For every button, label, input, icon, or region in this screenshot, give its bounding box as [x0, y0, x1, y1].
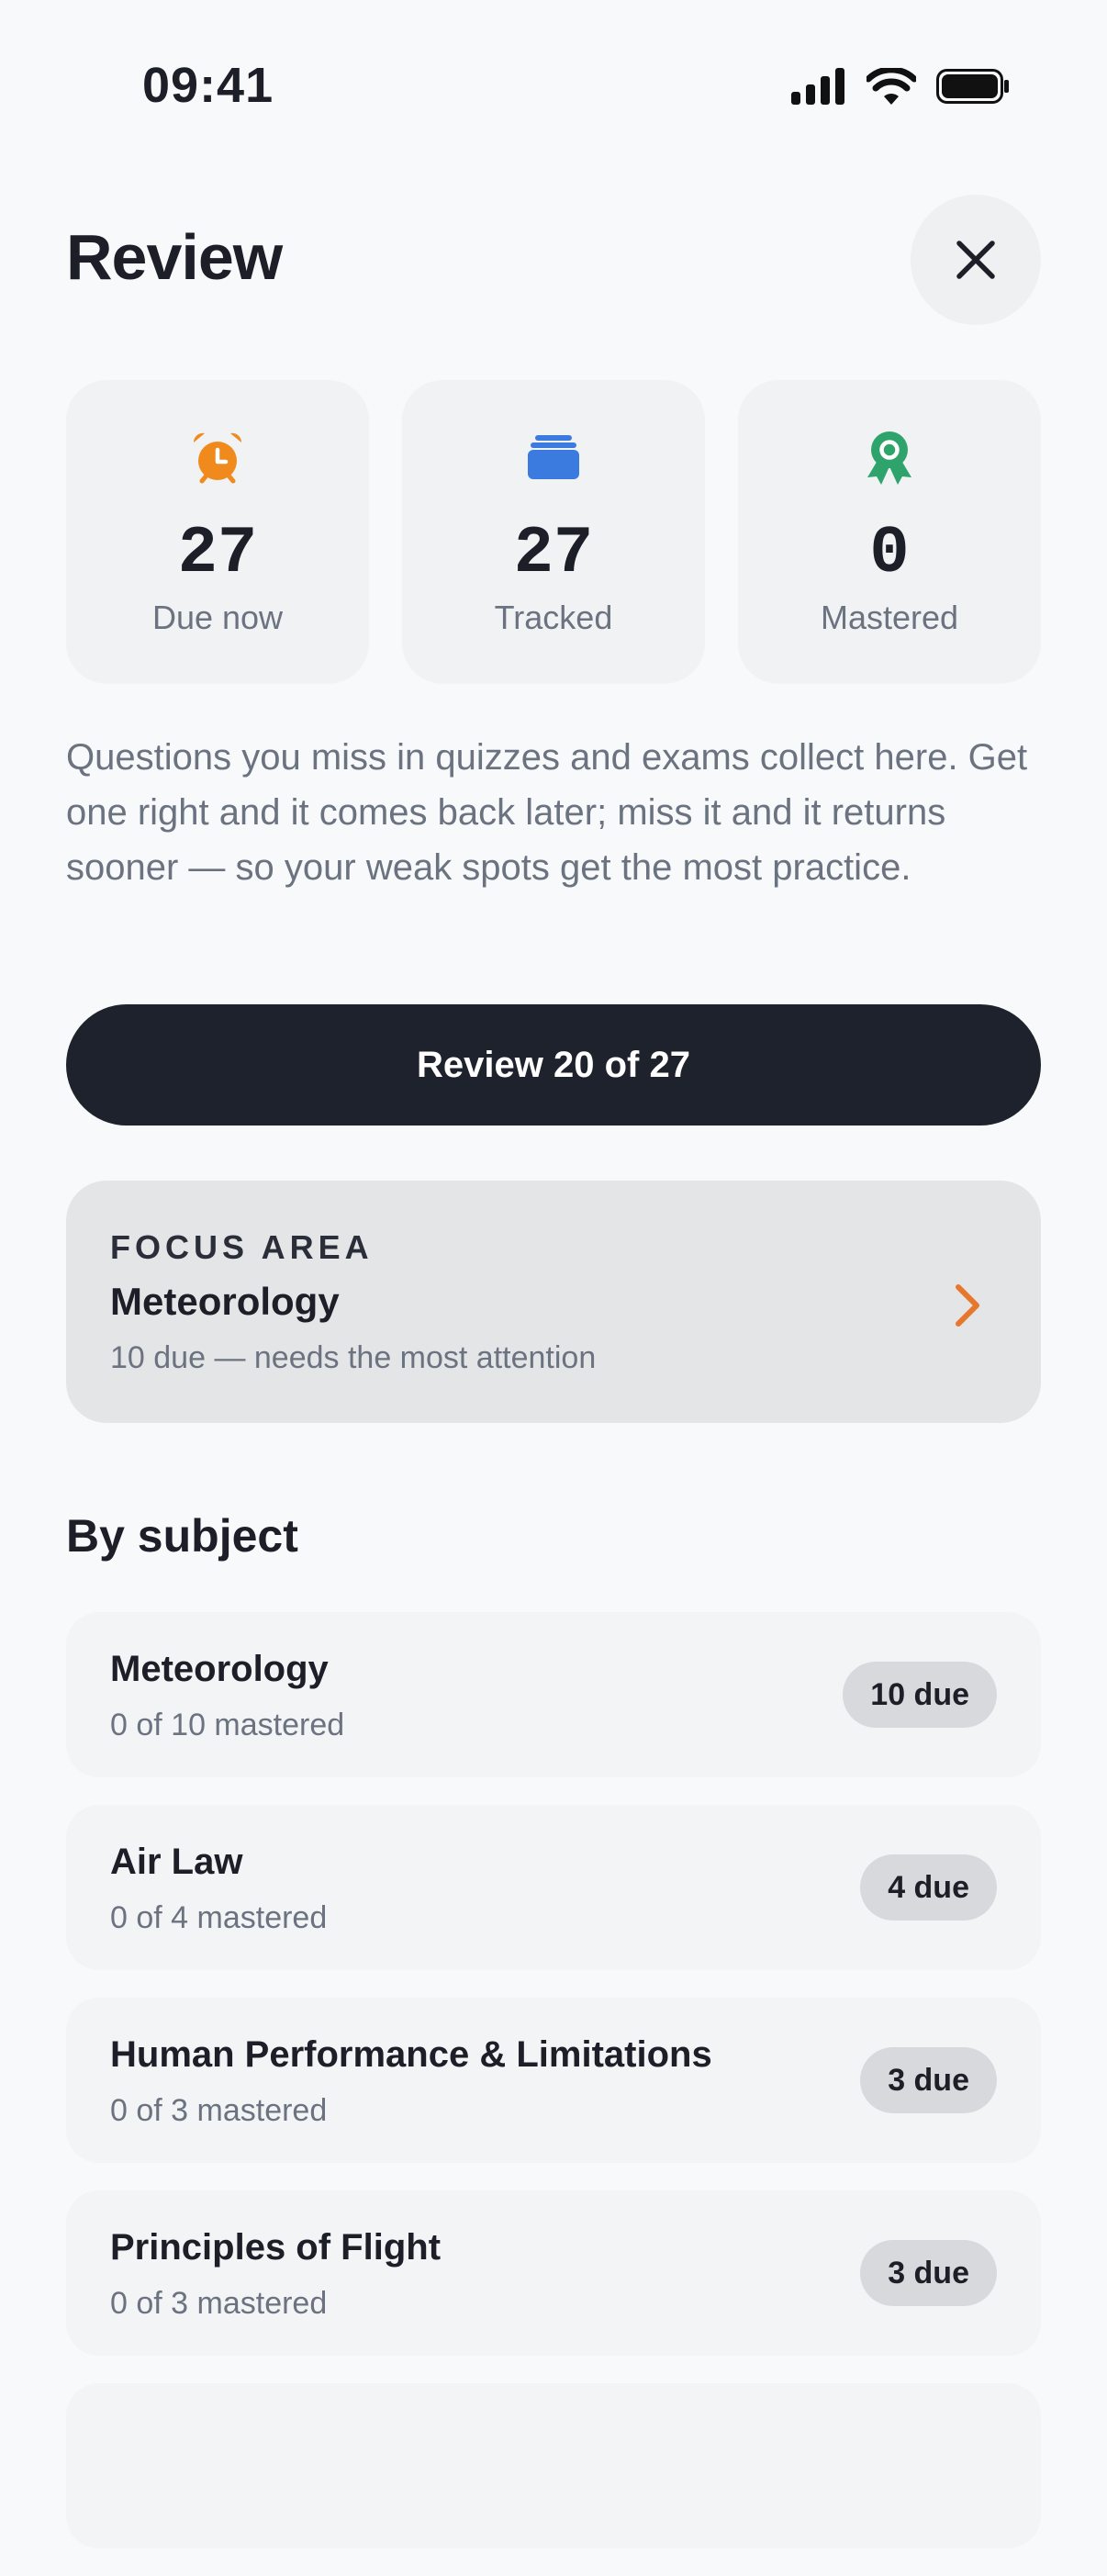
focus-area-subtitle: 10 due — needs the most attention: [110, 1340, 597, 1375]
stat-card-due-now: 27 Due now: [66, 380, 369, 683]
wifi-icon: [867, 68, 916, 105]
due-badge: 4 due: [860, 1854, 997, 1921]
subject-row-principles-of-flight[interactable]: Principles of Flight 0 of 3 mastered 3 d…: [66, 2190, 1041, 2356]
focus-area-card[interactable]: FOCUS AREA Meteorology 10 due — needs th…: [66, 1181, 1041, 1423]
stats-row: 27 Due now 27 Tracked 0 Mastered: [66, 380, 1041, 683]
subject-name: Air Law: [110, 1842, 243, 1882]
close-icon: [956, 241, 995, 279]
section-title-by-subject: By subject: [66, 1510, 298, 1562]
page-title: Review: [66, 221, 283, 293]
status-bar: 09:41: [0, 0, 1107, 174]
subject-row-air-law[interactable]: Air Law 0 of 4 mastered 4 due: [66, 1805, 1041, 1970]
subject-row-meteorology[interactable]: Meteorology 0 of 10 mastered 10 due: [66, 1612, 1041, 1777]
subject-row-human-performance[interactable]: Human Performance & Limitations 0 of 3 m…: [66, 1998, 1041, 2163]
start-review-button[interactable]: Review 20 of 27: [66, 1004, 1041, 1126]
status-icons: [791, 68, 1010, 105]
subject-name: Principles of Flight: [110, 2227, 442, 2268]
stat-card-tracked: 27 Tracked: [402, 380, 705, 683]
stat-value: 27: [177, 516, 258, 591]
subject-list: Meteorology 0 of 10 mastered 10 due Air …: [66, 1612, 1041, 2576]
focus-area-title: Meteorology: [110, 1280, 340, 1323]
award-badge-icon: [867, 431, 911, 485]
focus-area-eyebrow: FOCUS AREA: [110, 1228, 374, 1266]
stat-label: Due now: [151, 599, 284, 636]
subject-progress: 0 of 3 mastered: [110, 2093, 328, 2128]
cellular-signal-icon: [791, 68, 844, 105]
stat-value: 27: [513, 516, 594, 591]
due-badge: 3 due: [860, 2240, 997, 2306]
stat-label: Tracked: [494, 599, 613, 636]
subject-progress: 0 of 3 mastered: [110, 2286, 328, 2321]
subject-progress: 0 of 10 mastered: [110, 1708, 345, 1742]
subject-name: Human Performance & Limitations: [110, 2034, 712, 2075]
stat-value: 0: [869, 516, 910, 591]
battery-icon: [936, 69, 1009, 104]
subject-row-partial[interactable]: [66, 2383, 1041, 2548]
status-time: 09:41: [142, 58, 274, 113]
close-button[interactable]: [911, 195, 1041, 325]
review-description: Questions you miss in quizzes and exams …: [66, 737, 1028, 888]
chevron-right-icon: [956, 1284, 979, 1327]
stat-card-mastered: 0 Mastered: [738, 380, 1041, 683]
stat-label: Mastered: [820, 599, 959, 636]
due-badge: 10 due: [843, 1662, 997, 1728]
subject-progress: 0 of 4 mastered: [110, 1900, 328, 1935]
subject-name: Meteorology: [110, 1649, 329, 1689]
card-stack-icon: [528, 435, 579, 479]
due-badge: 3 due: [860, 2047, 997, 2113]
alarm-clock-icon: [193, 432, 242, 484]
